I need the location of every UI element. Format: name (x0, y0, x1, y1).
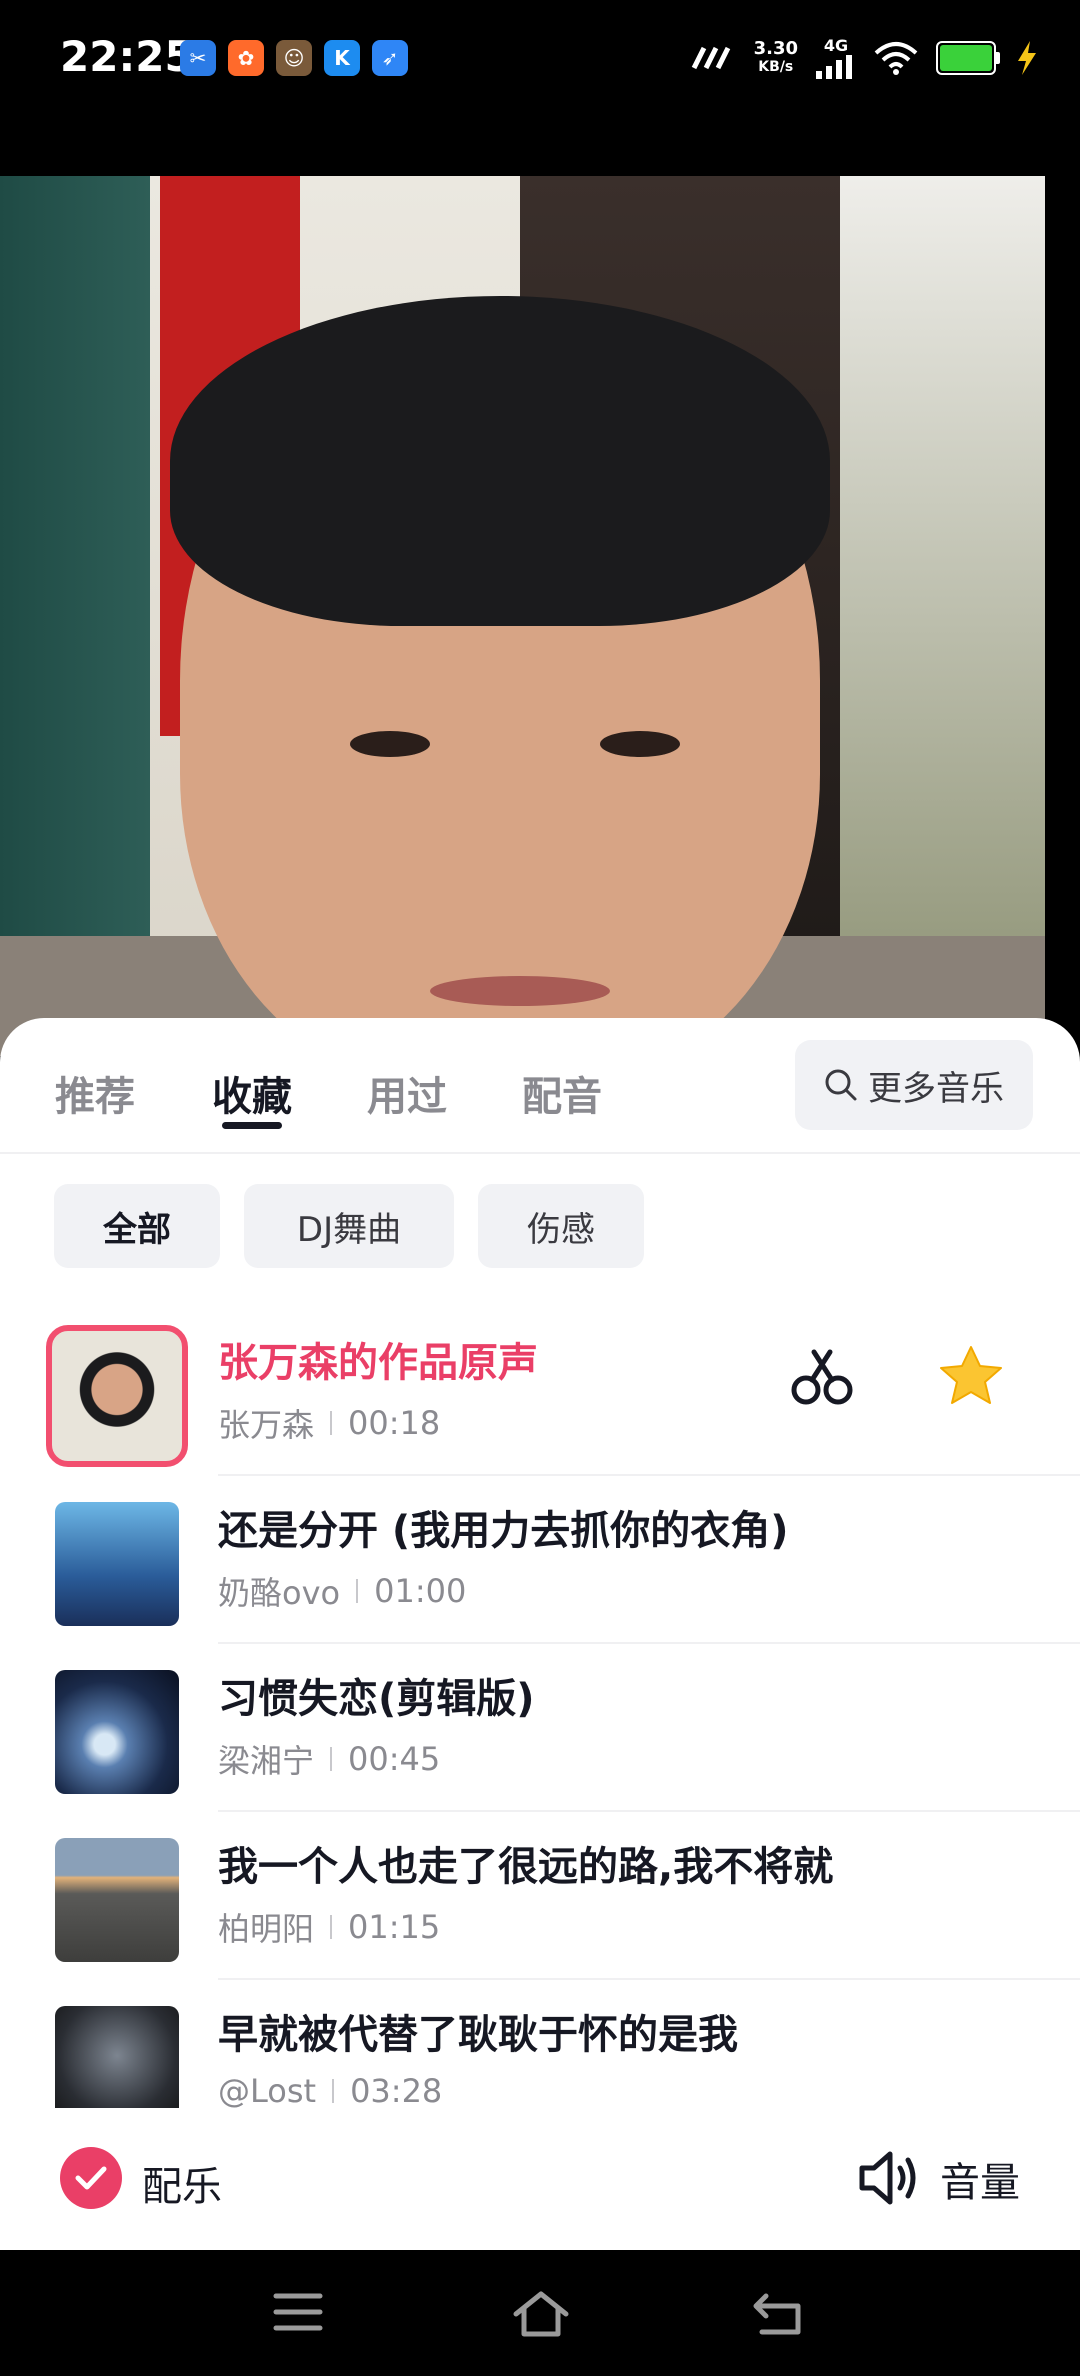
song-row[interactable]: 还是分开 (我用力去抓你的衣角) 奶酪ovo 01:00 (0, 1476, 1080, 1644)
song-meta: 梁湘宁 00:45 (218, 1736, 440, 1782)
category-chips: 全部 DJ舞曲 伤感 (54, 1184, 644, 1268)
status-bar: 22:25 ✂ ✿ ☺ K ➶ 3.30 KB/s 4G (0, 0, 1080, 120)
volume-label[interactable]: 音量 (940, 2150, 1020, 2208)
song-row[interactable]: 张万森的作品原声 张万森 00:18 (0, 1308, 1080, 1476)
music-tabs: 推荐 收藏 用过 配音 更多音乐 (0, 1018, 1080, 1154)
song-cover (55, 1502, 179, 1626)
song-row[interactable]: 我一个人也走了很远的路,我不将就 柏明阳 01:15 (0, 1812, 1080, 1980)
scissors-app-icon: ✂ (180, 40, 216, 76)
menu-icon[interactable] (272, 2290, 324, 2334)
nfc-icon (691, 46, 730, 69)
search-icon (825, 1069, 857, 1101)
notification-icons: ✂ ✿ ☺ K ➶ (180, 40, 408, 76)
tab-recommend[interactable]: 推荐 (55, 1064, 135, 1122)
song-row[interactable]: 习惯失恋(剪辑版) 梁湘宁 00:45 (0, 1644, 1080, 1812)
song-artist: 柏明阳 (218, 1910, 315, 1948)
video-preview[interactable] (0, 176, 1045, 1056)
song-meta: @Lost 03:28 (218, 2072, 442, 2108)
more-music-button[interactable]: 更多音乐 (795, 1040, 1033, 1130)
clip-music-icon[interactable] (790, 1348, 854, 1408)
chip-sad[interactable]: 伤感 (478, 1184, 644, 1268)
song-title: 习惯失恋(剪辑版) (218, 1676, 535, 1722)
tab-used[interactable]: 用过 (367, 1064, 447, 1122)
music-toggle-check-icon[interactable] (60, 2147, 122, 2209)
song-cover (55, 1838, 179, 1962)
active-tab-indicator (222, 1122, 282, 1129)
song-duration: 03:28 (350, 2072, 443, 2108)
status-right: 3.30 KB/s 4G (690, 36, 1040, 79)
back-icon[interactable] (752, 2290, 808, 2338)
app-icon-orange: ✿ (228, 40, 264, 76)
song-cover (55, 2006, 179, 2108)
chip-dj-dance[interactable]: DJ舞曲 (244, 1184, 454, 1268)
music-panel: 推荐 收藏 用过 配音 更多音乐 全部 DJ舞曲 伤感 张万森的作品原声 张万森… (0, 1018, 1080, 2250)
app-icon-photo: ☺ (276, 40, 312, 76)
cell-signal-icon: 4G (816, 36, 856, 79)
favorite-star-icon[interactable] (938, 1344, 1004, 1408)
kuaishou-icon: K (324, 40, 360, 76)
home-icon[interactable] (512, 2290, 570, 2338)
song-title: 早就被代替了耿耿于怀的是我 (218, 2012, 738, 2058)
charging-icon (1018, 40, 1036, 75)
song-title: 我一个人也走了很远的路,我不将就 (218, 1844, 834, 1890)
volume-icon[interactable] (858, 2148, 924, 2208)
song-duration: 01:15 (348, 1908, 441, 1946)
clock: 22:25 (60, 32, 194, 81)
song-cover (55, 1670, 179, 1794)
feather-app-icon: ➶ (372, 40, 408, 76)
song-artist: 张万森 (218, 1406, 315, 1444)
wifi-icon (874, 41, 918, 75)
system-navbar (0, 2250, 1080, 2376)
song-artist: 梁湘宁 (218, 1742, 315, 1780)
song-meta: 奶酪ovo 01:00 (218, 1568, 466, 1614)
song-meta: 柏明阳 01:15 (218, 1904, 440, 1950)
song-cover (46, 1325, 188, 1467)
bottom-bar: 配乐 音量 (0, 2110, 1080, 2250)
tab-favorites[interactable]: 收藏 (212, 1064, 292, 1122)
more-music-label: 更多音乐 (868, 1068, 1004, 1109)
tab-voiceover[interactable]: 配音 (522, 1064, 602, 1122)
song-duration: 01:00 (374, 1572, 467, 1610)
song-title: 还是分开 (我用力去抓你的衣角) (218, 1508, 789, 1554)
song-artist: 奶酪ovo (218, 1574, 341, 1612)
song-title: 张万森的作品原声 (218, 1340, 538, 1386)
net-speed: 3.30 KB/s (753, 37, 798, 75)
battery-icon (936, 40, 1000, 75)
song-list: 张万森的作品原声 张万森 00:18 还是分开 (我用力去抓你的衣角) 奶酪ovo… (0, 1308, 1080, 2108)
song-artist: @Lost (218, 2072, 317, 2108)
song-duration: 00:45 (348, 1740, 441, 1778)
song-meta: 张万森 00:18 (218, 1400, 440, 1446)
music-toggle-label[interactable]: 配乐 (142, 2154, 222, 2212)
song-duration: 00:18 (348, 1404, 441, 1442)
chip-all[interactable]: 全部 (54, 1184, 220, 1268)
song-row[interactable]: 早就被代替了耿耿于怀的是我 @Lost 03:28 (0, 1980, 1080, 2108)
